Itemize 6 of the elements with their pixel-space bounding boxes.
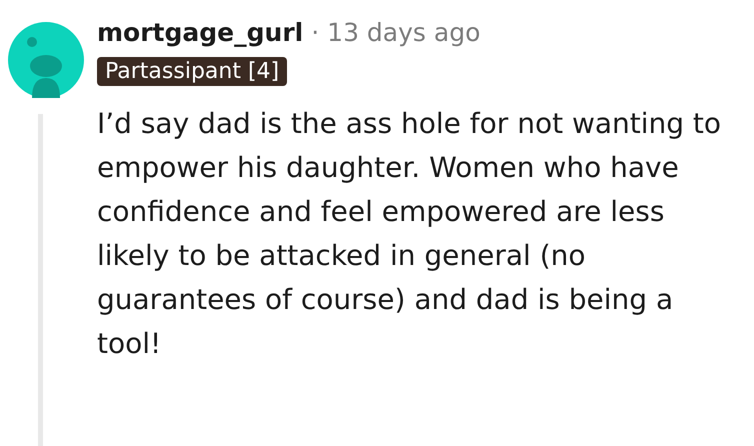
avatar-icon: [8, 22, 84, 98]
comment-text: I’d say dad is the ass hole for not wanting to empower his daughter. Women who have confidence and feel empowered are less likely to be attacked in general (no guarantees of course) and dad is being a tool!: [97, 106, 722, 362]
username[interactable]: mortgage_gurl: [97, 18, 304, 47]
user-flair: Partassipant [4]: [97, 57, 288, 86]
separator: ·: [311, 18, 320, 47]
timestamp: 13 days ago: [327, 18, 480, 47]
